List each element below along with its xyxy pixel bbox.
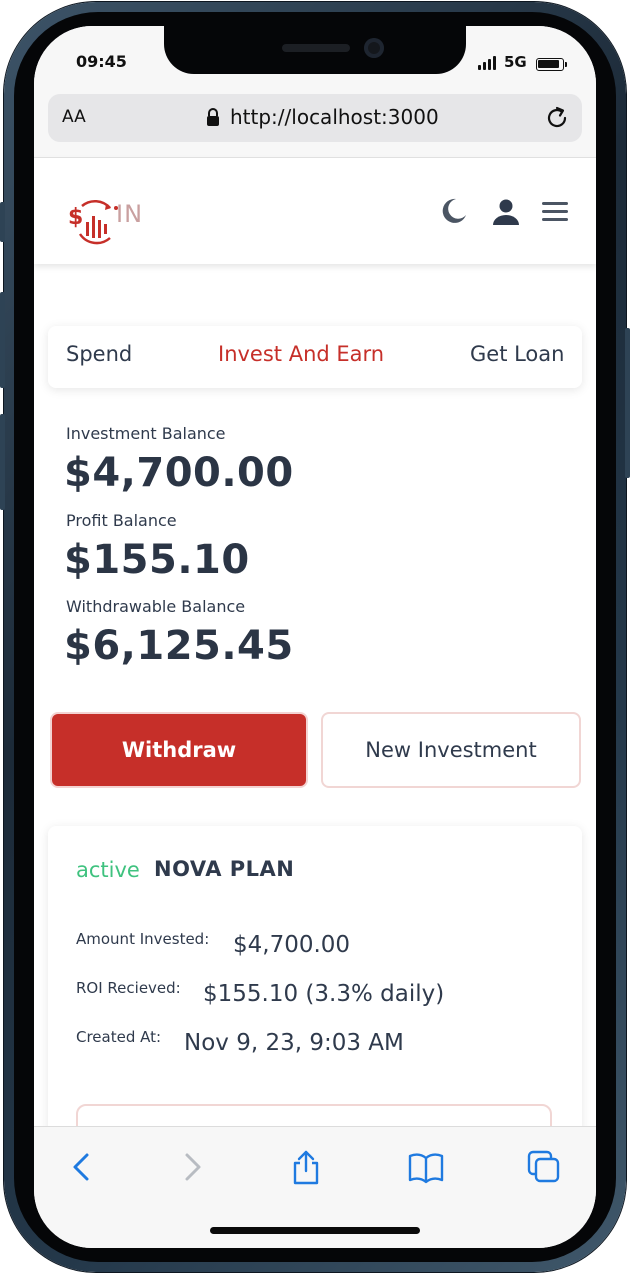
power-button [625, 328, 630, 478]
profit-balance-label: Profit Balance [66, 511, 177, 530]
created-at-value: Nov 9, 23, 9:03 AM [184, 1030, 404, 1056]
reload-icon[interactable] [544, 105, 570, 131]
notch [164, 26, 466, 74]
amount-invested-value: $4,700.00 [233, 932, 351, 958]
back-icon[interactable] [64, 1149, 100, 1185]
address-bar[interactable]: AA http://localhost:3000 [48, 94, 582, 142]
status-bar: 09:45 5G [34, 26, 596, 86]
status-time: 09:45 [76, 52, 127, 71]
profit-balance-value: $155.10 [64, 537, 250, 583]
withdrawable-balance-label: Withdrawable Balance [66, 597, 246, 616]
share-icon[interactable] [288, 1149, 324, 1185]
volume-down-button [0, 414, 5, 510]
plan-name: NOVA PLAN [154, 857, 295, 881]
mute-switch [0, 202, 5, 242]
svg-text:$: $ [68, 205, 83, 230]
new-investment-button[interactable]: New Investment [321, 712, 581, 788]
menu-icon[interactable] [542, 202, 568, 222]
speaker-grille [282, 44, 350, 52]
home-indicator[interactable] [210, 1227, 420, 1234]
text-size-button[interactable]: AA [62, 107, 86, 127]
screen: 09:45 5G AA http://localhost:3000 $ IN S… [34, 26, 596, 1248]
browser-address-area: AA http://localhost:3000 [34, 86, 596, 158]
url-text[interactable]: http://localhost:3000 [230, 105, 439, 129]
created-at-label: Created At: [76, 1028, 162, 1046]
section-tabs: Spend Invest And Earn Get Loan [48, 326, 582, 388]
status-badge: active [76, 858, 140, 882]
network-label: 5G [504, 53, 527, 71]
volume-up-button [0, 292, 5, 388]
site-header: $ IN [34, 158, 596, 264]
investment-balance-label: Investment Balance [66, 424, 226, 443]
withdraw-button[interactable]: Withdraw [50, 712, 308, 788]
tabs-icon[interactable] [526, 1149, 562, 1185]
front-camera [364, 38, 384, 58]
tab-spend[interactable]: Spend [66, 342, 132, 366]
investment-card: active NOVA PLAN Amount Invested: $4,700… [48, 826, 582, 1184]
roi-received-value: $155.10 (3.3% daily) [203, 981, 445, 1007]
battery-icon [536, 58, 567, 71]
tab-get-loan[interactable]: Get Loan [470, 342, 564, 366]
tab-invest-and-earn[interactable]: Invest And Earn [218, 342, 384, 366]
logo-text: IN [116, 200, 144, 228]
lock-icon [207, 108, 219, 126]
forward-icon[interactable] [174, 1149, 210, 1185]
investment-balance-value: $4,700.00 [64, 450, 294, 496]
signal-icon [478, 56, 498, 70]
roi-received-label: ROI Recieved: [76, 979, 181, 997]
moon-icon[interactable] [438, 196, 468, 226]
withdrawable-balance-value: $6,125.45 [64, 623, 294, 669]
amount-invested-label: Amount Invested: [76, 930, 210, 948]
browser-toolbar [34, 1126, 596, 1248]
user-icon[interactable] [492, 198, 520, 226]
bookmarks-icon[interactable] [408, 1149, 444, 1185]
